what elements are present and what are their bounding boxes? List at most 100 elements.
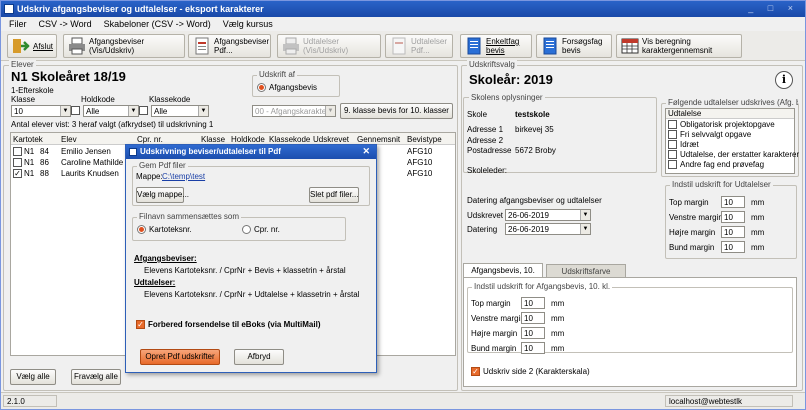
statement-checkbox[interactable] (668, 160, 677, 169)
chevron-down-icon: ▼ (325, 106, 335, 116)
school-type-label: 1-Efterskole (11, 86, 54, 95)
col-header-team[interactable]: Holdkode (231, 135, 265, 144)
card-number-label: Kartoteksnr. (149, 225, 192, 234)
row-name[interactable]: Emilio Jensen (61, 147, 111, 156)
row-checkbox[interactable] (13, 147, 22, 156)
statement-checkbox[interactable] (668, 130, 677, 139)
row-checkbox[interactable] (13, 158, 22, 167)
pdf-icon (195, 37, 209, 55)
statement-checkbox[interactable] (668, 140, 677, 149)
certificates-print-button[interactable]: Afgangsbeviser (Vis/Udskriv) (63, 34, 185, 58)
col-header-class[interactable]: Klasse (201, 135, 225, 144)
col-header-classcode[interactable]: Klassekode (269, 135, 310, 144)
cert-radio[interactable] (257, 83, 266, 92)
margin-top-input[interactable]: 10 (721, 196, 745, 208)
grade-type-select[interactable]: 00 - Afgangskarakterer ▼ (252, 105, 336, 117)
col-header-type[interactable]: Bevistype (407, 135, 442, 144)
col-header-card[interactable]: Kartotek (13, 135, 43, 144)
statement-checkbox[interactable] (668, 150, 677, 159)
margin-bottom-label: Bund margin (669, 243, 715, 252)
row-checkbox-checked[interactable]: ✓ (13, 169, 22, 178)
margin-left-label: Venstre margin (471, 314, 525, 323)
create-pdf-button[interactable]: Opret Pdf udskrifter (140, 349, 220, 365)
margin-bottom-input[interactable]: 10 (721, 241, 745, 253)
school-label: Skole (467, 110, 488, 119)
delete-pdf-button[interactable]: Slet pdf filer... (309, 187, 359, 203)
classcode-checkbox[interactable] (139, 106, 148, 115)
eboks-checkbox[interactable]: ✓ (136, 320, 145, 329)
menu-templates[interactable]: Skabeloner (CSV -> Word) (96, 17, 215, 29)
dialog-app-icon (129, 148, 137, 156)
grade9-certificate-button[interactable]: 9. klasse bevis for 10. klasser (340, 103, 453, 119)
dialog-title-bar: Udskrivning beviser/udtalelser til Pdf ✕ (126, 145, 376, 159)
margin-left-input[interactable]: 10 (721, 211, 745, 223)
col-header-cpr[interactable]: Cpr. nr. (137, 135, 163, 144)
margin-unit: mm (551, 329, 565, 338)
statements-margin-label: Indstil udskrift for Udtalelser (670, 180, 773, 189)
trial-subject-certificate-button[interactable]: Forsøgsfag bevis (536, 34, 612, 58)
print-page2-checkbox[interactable]: ✓ (471, 367, 480, 376)
filename-label: Filnavn sammensættes som (137, 212, 242, 221)
row-type: AFG10 (407, 169, 433, 178)
select-all-button[interactable]: Vælg alle (10, 369, 56, 385)
cert-margin-top-input[interactable]: 10 (521, 297, 545, 309)
title-bar: Udskriv afgangsbeviser og udtalelser - e… (1, 1, 805, 17)
exit-button[interactable]: Afslut (7, 34, 57, 58)
cpr-radio[interactable] (242, 225, 251, 234)
single-subject-certificate-button[interactable]: Enkeltfag bevis (460, 34, 532, 58)
card-number-radio[interactable] (137, 225, 146, 234)
certificates-heading: Afgangsbeviser: (134, 254, 197, 263)
statements-print-button[interactable]: Udtalelser (Vis/Udskriv) (277, 34, 381, 58)
dating-label: Datering afgangsbeviser og udtalelser (467, 196, 602, 205)
margin-right-label: Højre margin (471, 329, 518, 338)
window-controls[interactable]: _ □ × (748, 3, 799, 13)
grade-average-button[interactable]: Vis beregning karaktergennemsnit (616, 34, 742, 58)
choose-folder-button[interactable]: Vælg mappe... (136, 187, 189, 203)
close-icon[interactable]: ✕ (362, 146, 370, 157)
row-number: 88 (40, 169, 49, 178)
cert-margin-bottom-input[interactable]: 10 (521, 342, 545, 354)
statement-checkbox[interactable] (668, 120, 677, 129)
cpr-label: Cpr. nr. (254, 225, 280, 234)
team-checkbox[interactable] (71, 106, 80, 115)
deselect-all-button[interactable]: Fravælg alle (71, 369, 121, 385)
margin-bottom-label: Bund margin (471, 344, 517, 353)
row-team: N1 (24, 147, 35, 156)
col-header-student[interactable]: Elev (61, 135, 77, 144)
eboks-label: Forbered forsendelse til eBoks (via Mult… (148, 320, 321, 329)
margin-unit: mm (551, 299, 565, 308)
certificates-pattern: Elevens Kartoteksnr. / CprNr + Bevis + k… (144, 266, 346, 275)
statement-item: Idræt (680, 140, 699, 149)
cert-margin-left-input[interactable]: 10 (521, 312, 545, 324)
statements-pdf-button[interactable]: Udtalelser Pdf... (385, 34, 453, 58)
folder-path-link[interactable]: C:\temp\test (162, 172, 205, 181)
menu-bar: Filer CSV -> Word Skabeloner (CSV -> Word)… (1, 17, 805, 31)
menu-file[interactable]: Filer (1, 17, 31, 29)
row-name[interactable]: Laurits Knudsen (61, 169, 119, 178)
menu-choose-course[interactable]: Vælg kursus (215, 17, 277, 29)
row-number: 86 (40, 158, 49, 167)
pdf-icon (392, 37, 406, 55)
col-header-average[interactable]: Gennemsnit (357, 135, 400, 144)
school-info-group (463, 97, 657, 173)
printer-icon (283, 37, 299, 55)
cert-margin-right-input[interactable]: 10 (521, 327, 545, 339)
address2-label: Adresse 2 (467, 136, 504, 145)
menu-csv-word[interactable]: CSV -> Word (31, 17, 96, 29)
printed-date-picker[interactable]: 26-06-2019 ▼ (505, 209, 591, 221)
dating-date-picker[interactable]: 26-06-2019 ▼ (505, 223, 591, 235)
tab-certificate[interactable]: Afgangsbevis, 10. klasse (463, 263, 543, 288)
info-icon[interactable]: i (775, 71, 793, 89)
cancel-button[interactable]: Afbryd (234, 349, 284, 365)
col-header-printed[interactable]: Udskrevet (313, 135, 349, 144)
statements-pattern: Elevens Kartoteksnr. / CprNr + Udtalelse… (144, 290, 360, 299)
classcode-select[interactable]: Alle ▼ (151, 105, 209, 117)
margin-unit: mm (751, 213, 765, 222)
margin-right-input[interactable]: 10 (721, 226, 745, 238)
team-select[interactable]: Alle ▼ (83, 105, 139, 117)
class-select[interactable]: 10 ▼ (11, 105, 71, 117)
margin-unit: mm (551, 314, 565, 323)
tab-print-color[interactable]: Udskriftsfarve (546, 264, 626, 278)
certificates-pdf-button[interactable]: Afgangsbeviser Pdf... (188, 34, 271, 58)
school-year-title: N1 Skoleåret 18/19 (11, 69, 126, 84)
